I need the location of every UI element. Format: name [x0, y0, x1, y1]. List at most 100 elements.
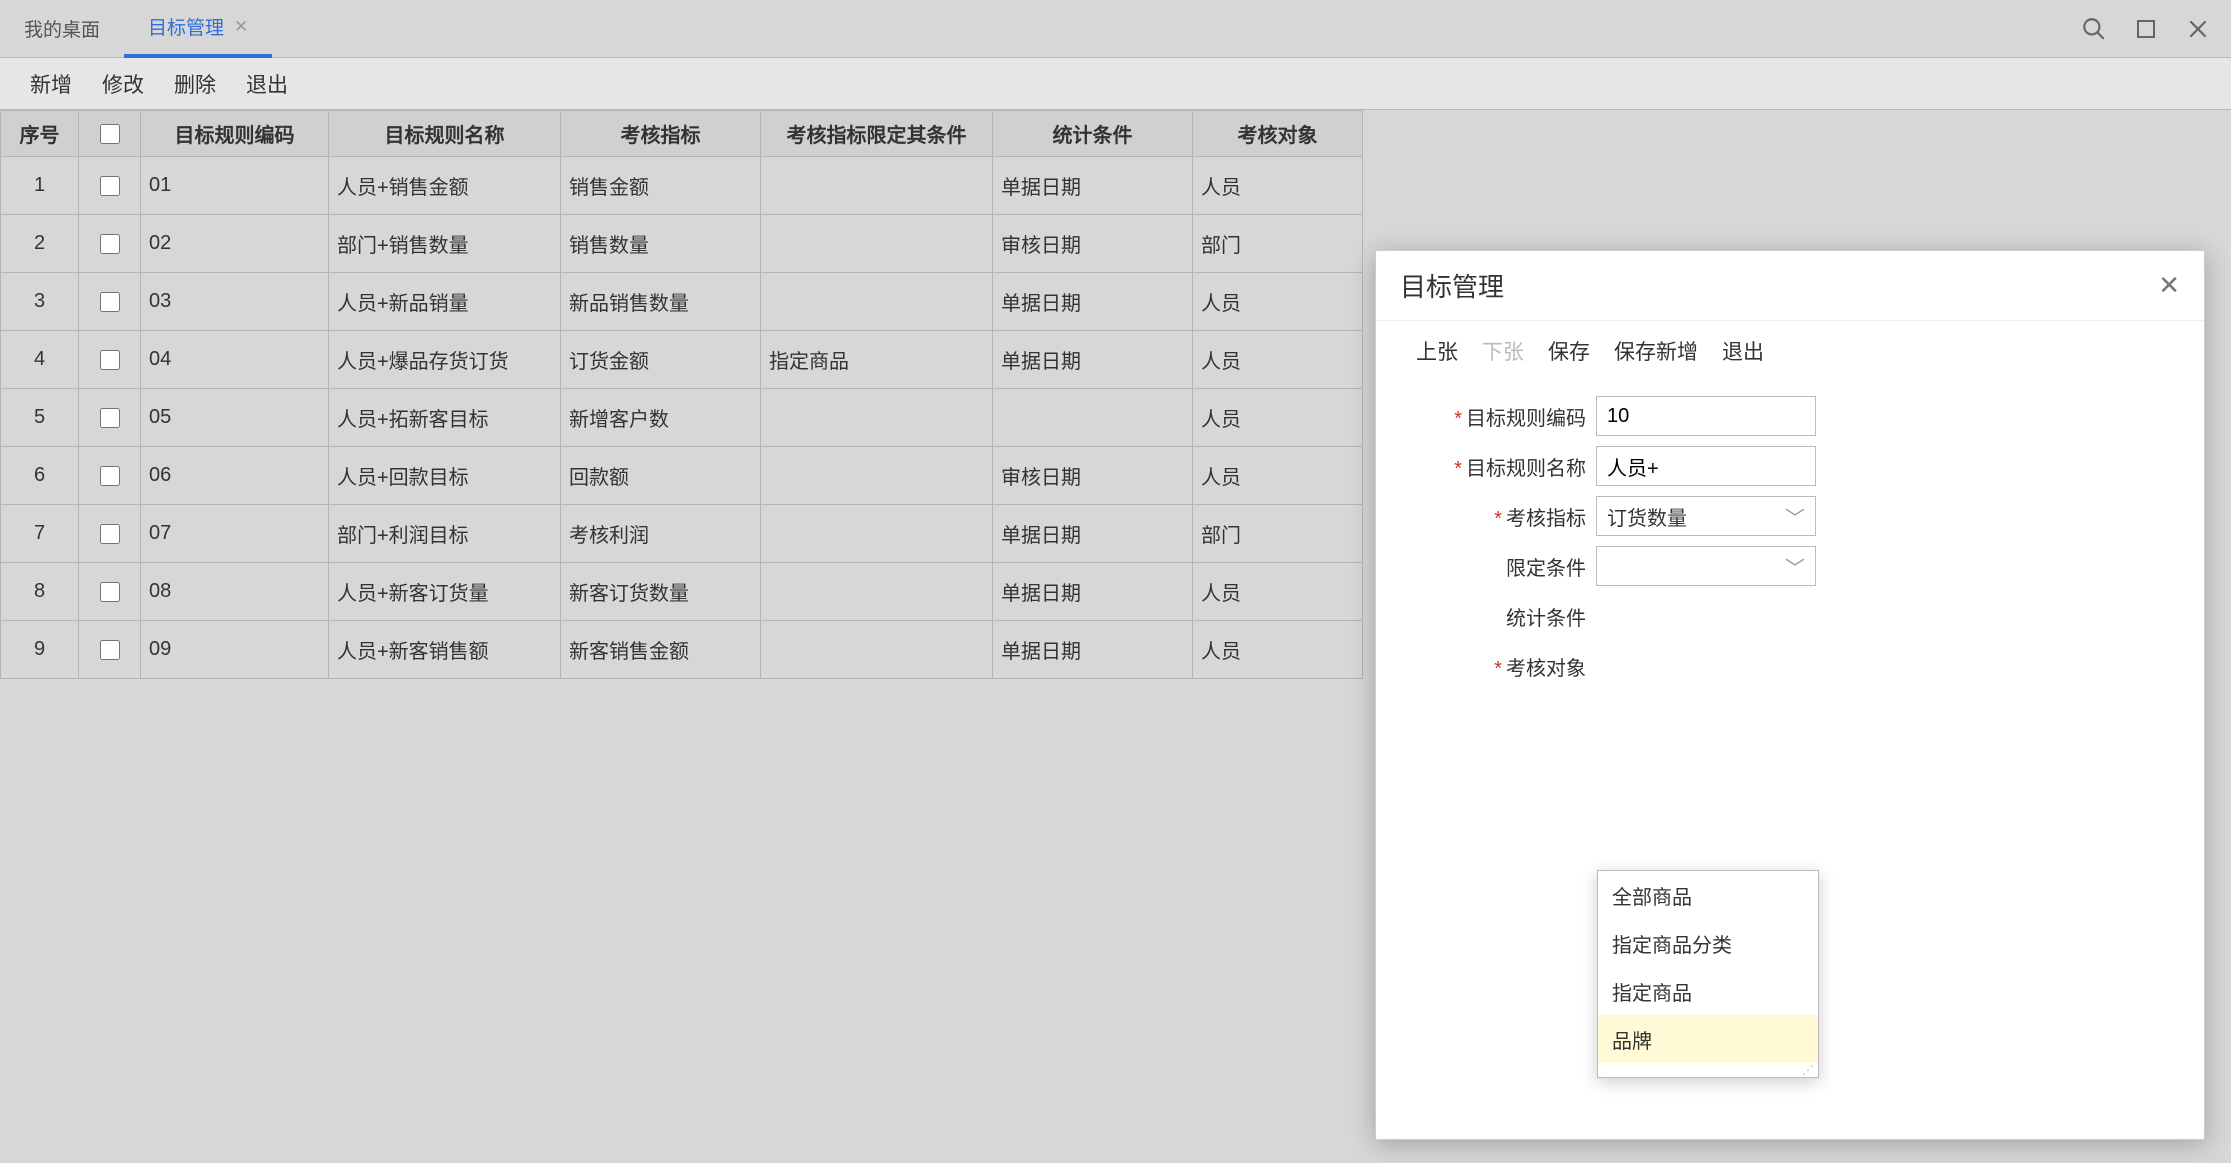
cell-stat: 单据日期 [993, 273, 1193, 331]
tab-desktop[interactable]: 我的桌面 [0, 0, 124, 58]
cell-stat: 单据日期 [993, 331, 1193, 389]
close-icon[interactable]: ✕ [234, 17, 248, 37]
row-checkbox[interactable] [100, 524, 120, 544]
row-checkbox[interactable] [100, 640, 120, 660]
cell-checkbox [79, 621, 141, 679]
row-checkbox[interactable] [100, 176, 120, 196]
cell-code: 01 [141, 157, 329, 215]
col-code[interactable]: 目标规则编码 [141, 111, 329, 157]
save-button[interactable]: 保存 [1548, 336, 1590, 366]
label-name: *目标规则名称 [1416, 452, 1596, 481]
cell-cond: 指定商品 [761, 331, 993, 389]
table-row[interactable]: 707部门+利润目标考核利润单据日期部门 [1, 505, 1363, 563]
table-row[interactable]: 606人员+回款目标回款额审核日期人员 [1, 447, 1363, 505]
col-name[interactable]: 目标规则名称 [329, 111, 561, 157]
cell-cond [761, 447, 993, 505]
exit-button[interactable]: 退出 [246, 69, 288, 99]
row-checkbox[interactable] [100, 408, 120, 428]
delete-button[interactable]: 删除 [174, 69, 216, 99]
next-button[interactable]: 下张 [1482, 336, 1524, 366]
dropdown-item[interactable]: 指定商品分类 [1598, 919, 1818, 967]
dropdown-item[interactable]: 全部商品 [1598, 871, 1818, 919]
tab-target-mgmt[interactable]: 目标管理 ✕ [124, 0, 272, 58]
cell-code: 09 [141, 621, 329, 679]
cell-stat [993, 389, 1193, 447]
cell-code: 05 [141, 389, 329, 447]
select-all-checkbox[interactable] [100, 124, 120, 144]
table-row[interactable]: 202部门+销售数量销售数量审核日期部门 [1, 215, 1363, 273]
close-window-icon[interactable] [2175, 6, 2221, 52]
edit-button[interactable]: 修改 [102, 69, 144, 99]
row-checkbox[interactable] [100, 292, 120, 312]
dialog-exit-button[interactable]: 退出 [1722, 336, 1764, 366]
cell-name: 人员+新品销量 [329, 273, 561, 331]
col-cond[interactable]: 考核指标限定其条件 [761, 111, 993, 157]
cell-seq: 1 [1, 157, 79, 215]
row-target: *考核对象 [1416, 641, 2164, 691]
table-row[interactable]: 101人员+销售金额销售金额单据日期人员 [1, 157, 1363, 215]
label-cond: 限定条件 [1416, 552, 1596, 581]
dropdown-item[interactable]: 指定商品 [1598, 967, 1818, 1015]
dialog-toolbar: 上张 下张 保存 保存新增 退出 [1376, 321, 2204, 381]
cell-name: 人员+新客销售额 [329, 621, 561, 679]
search-icon[interactable] [2071, 6, 2117, 52]
row-checkbox[interactable] [100, 582, 120, 602]
input-code[interactable] [1596, 396, 1816, 436]
col-target[interactable]: 考核对象 [1193, 111, 1363, 157]
cell-code: 07 [141, 505, 329, 563]
resize-handle-icon[interactable]: ⋰ [1598, 1063, 1818, 1077]
cell-metric: 新品销售数量 [561, 273, 761, 331]
row-checkbox[interactable] [100, 466, 120, 486]
cell-stat: 单据日期 [993, 621, 1193, 679]
cell-target: 人员 [1193, 621, 1363, 679]
row-stat: 统计条件 [1416, 591, 2164, 641]
cell-name: 人员+新客订货量 [329, 563, 561, 621]
cell-target: 部门 [1193, 505, 1363, 563]
cell-name: 人员+拓新客目标 [329, 389, 561, 447]
cell-target: 人员 [1193, 563, 1363, 621]
cell-metric: 订货金额 [561, 331, 761, 389]
table-row[interactable]: 303人员+新品销量新品销售数量单据日期人员 [1, 273, 1363, 331]
cell-code: 08 [141, 563, 329, 621]
table-row[interactable]: 808人员+新客订货量新客订货数量单据日期人员 [1, 563, 1363, 621]
cell-metric: 销售数量 [561, 215, 761, 273]
col-stat[interactable]: 统计条件 [993, 111, 1193, 157]
col-metric[interactable]: 考核指标 [561, 111, 761, 157]
cell-cond [761, 273, 993, 331]
table-row[interactable]: 505人员+拓新客目标新增客户数人员 [1, 389, 1363, 447]
col-seq[interactable]: 序号 [1, 111, 79, 157]
table-header-row: 序号 目标规则编码 目标规则名称 考核指标 考核指标限定其条件 统计条件 考核对… [1, 111, 1363, 157]
cell-code: 03 [141, 273, 329, 331]
fullscreen-icon[interactable] [2123, 6, 2169, 52]
cell-code: 04 [141, 331, 329, 389]
table: 序号 目标规则编码 目标规则名称 考核指标 考核指标限定其条件 统计条件 考核对… [0, 110, 1363, 679]
table-row[interactable]: 404人员+爆品存货订货订货金额指定商品单据日期人员 [1, 331, 1363, 389]
dialog-header: 目标管理 ✕ [1376, 251, 2204, 321]
cell-seq: 7 [1, 505, 79, 563]
row-checkbox[interactable] [100, 350, 120, 370]
cell-stat: 审核日期 [993, 215, 1193, 273]
dropdown-item[interactable]: 品牌 [1598, 1015, 1818, 1063]
select-metric[interactable]: 订货数量 ﹀ [1596, 496, 1816, 536]
tab-bar-actions [2071, 0, 2221, 58]
table-row[interactable]: 9 09人员+新客销售额新客销售金额 单据日期人员 [1, 621, 1363, 679]
cell-stat: 单据日期 [993, 563, 1193, 621]
cell-metric: 新客订货数量 [561, 563, 761, 621]
prev-button[interactable]: 上张 [1416, 336, 1458, 366]
cell-metric: 新客销售金额 [561, 621, 761, 679]
dialog-title: 目标管理 [1400, 267, 1504, 304]
cell-target: 人员 [1193, 273, 1363, 331]
input-name[interactable] [1596, 446, 1816, 486]
toolbar: 新增 修改 删除 退出 [0, 58, 2231, 110]
row-checkbox[interactable] [100, 234, 120, 254]
select-cond[interactable]: ﹀ [1596, 546, 1816, 586]
save-add-button[interactable]: 保存新增 [1614, 336, 1698, 366]
cell-cond [761, 621, 993, 679]
cell-target: 人员 [1193, 157, 1363, 215]
dialog-close-icon[interactable]: ✕ [2158, 270, 2180, 301]
cell-cond [761, 563, 993, 621]
cell-seq: 9 [1, 621, 79, 679]
add-button[interactable]: 新增 [30, 69, 72, 99]
cell-cond [761, 389, 993, 447]
tab-label: 我的桌面 [24, 15, 100, 42]
